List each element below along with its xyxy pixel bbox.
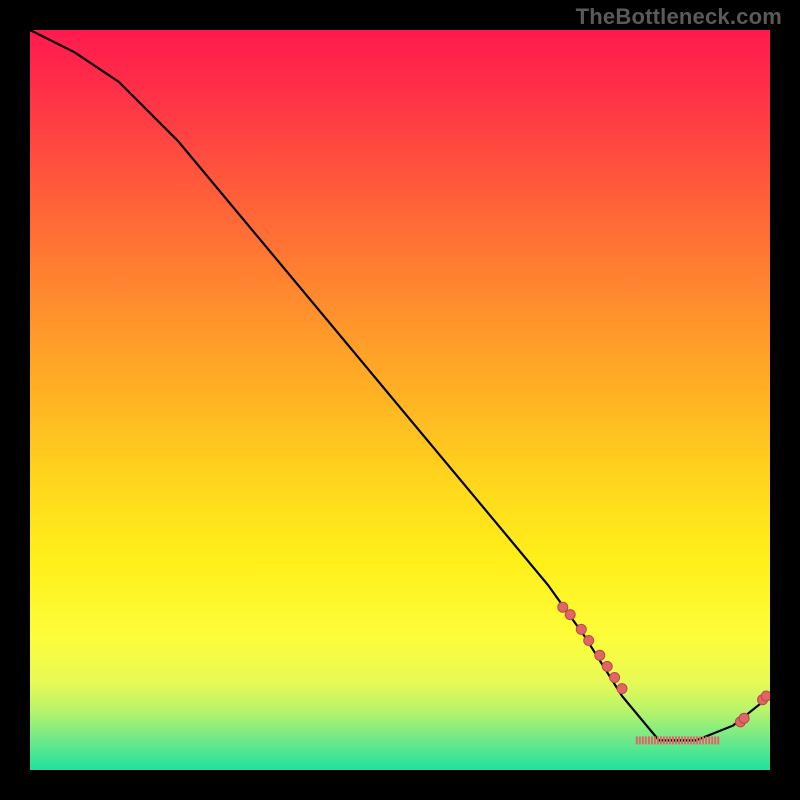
marker-group	[558, 602, 770, 727]
valley-tick	[681, 736, 683, 744]
valley-tick	[636, 736, 638, 744]
valley-tick	[696, 736, 698, 744]
valley-tick	[660, 736, 662, 744]
marker-dot	[584, 636, 594, 646]
chart-svg	[30, 30, 770, 770]
marker-dot	[595, 650, 605, 660]
plot-area	[30, 30, 770, 770]
valley-tick	[678, 736, 680, 744]
marker-dot	[602, 661, 612, 671]
valley-tick	[651, 736, 653, 744]
marker-dot	[617, 684, 627, 694]
valley-tick	[717, 736, 719, 744]
valley-tick	[642, 736, 644, 744]
valley-tick	[654, 736, 656, 744]
valley-tick	[663, 736, 665, 744]
valley-tick	[645, 736, 647, 744]
marker-dot	[610, 673, 620, 683]
marker-dot	[576, 624, 586, 634]
valley-tick	[648, 736, 650, 744]
chart-frame: TheBottleneck.com	[0, 0, 800, 800]
valley-tick	[684, 736, 686, 744]
bottleneck-curve	[30, 30, 770, 740]
valley-tick	[675, 736, 677, 744]
valley-tick	[702, 736, 704, 744]
valley-tick	[672, 736, 674, 744]
valley-tick	[669, 736, 671, 744]
valley-tick	[666, 736, 668, 744]
marker-dot	[761, 691, 770, 701]
valley-tick	[657, 736, 659, 744]
valley-tick	[639, 736, 641, 744]
valley-tick	[687, 736, 689, 744]
valley-tick	[690, 736, 692, 744]
marker-dot	[565, 610, 575, 620]
valley-tick	[699, 736, 701, 744]
marker-dot	[558, 602, 568, 612]
valley-tick	[705, 736, 707, 744]
valley-tick	[693, 736, 695, 744]
marker-dot	[739, 713, 749, 723]
watermark-text: TheBottleneck.com	[576, 4, 782, 30]
valley-tick	[714, 736, 716, 744]
valley-tick	[708, 736, 710, 744]
valley-tick	[711, 736, 713, 744]
